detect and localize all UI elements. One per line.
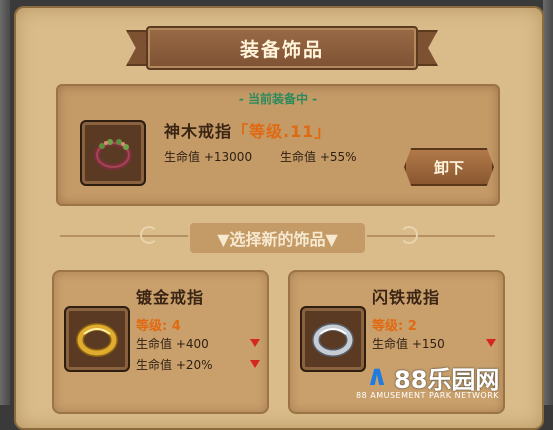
current-stat-hp-label: 生命值 — [164, 150, 201, 164]
stat-decrease-arrow-icon — [250, 360, 260, 368]
current-stat-hp2-label: 生命值 — [280, 150, 317, 164]
currently-equipped-label: - 当前装备中 - — [238, 92, 318, 106]
current-stat-hp2-value: +55% — [319, 150, 357, 164]
watermark-text: 88乐园网 — [394, 366, 500, 394]
option-stat-hp: 生命值 +400 — [136, 337, 209, 351]
watermark-subtext: 88 AMUSEMENT PARK NETWORK — [356, 391, 500, 400]
current-stat-hp-percent: 生命值 +55% — [280, 148, 357, 165]
stat-decrease-arrow-icon — [250, 339, 260, 347]
option-item-level: 等级: 2 — [372, 319, 417, 334]
left-backdrop — [0, 0, 10, 405]
wood-ring-icon — [94, 139, 132, 170]
stat-decrease-arrow-icon — [486, 339, 496, 347]
unequip-button[interactable]: 卸下 — [404, 148, 494, 186]
current-stat-hp: 生命值 +13000 — [164, 148, 252, 165]
option-item-slot[interactable] — [300, 306, 366, 372]
option-item-name: 镀金戒指 — [136, 288, 205, 307]
option-stat-hp: 生命值 +150 — [372, 337, 445, 351]
option-item-name: 闪铁戒指 — [372, 288, 441, 307]
current-item-level: 「等级.11」 — [232, 122, 332, 141]
current-item-slot[interactable] — [80, 120, 146, 186]
page-title: 装备饰品 — [146, 26, 418, 70]
select-new-accessory-label: ▼选择新的饰品▼ — [190, 223, 365, 253]
gold-ring-icon — [76, 323, 118, 357]
current-item-name: 神木戒指「等级.11」 — [164, 118, 331, 142]
option-stat-hp-percent: 生命值 +20% — [136, 358, 213, 372]
iron-ring-icon — [312, 323, 354, 357]
current-equipped-panel: - 当前装备中 - 神木戒指「等级.11」 生命值 +13000 生命值 +55… — [56, 84, 500, 206]
divider-line-left — [60, 235, 188, 237]
watermark-logo-icon: ∧ — [365, 358, 389, 392]
option-item-level: 等级: 4 — [136, 319, 181, 334]
accessory-option-card[interactable]: 镀金戒指 等级: 4 生命值 +400 生命值 +20% — [52, 270, 269, 414]
right-backdrop — [543, 0, 553, 405]
option-item-slot[interactable] — [64, 306, 130, 372]
swirl-ornament-right — [400, 226, 418, 244]
swirl-ornament-left — [140, 226, 158, 244]
current-item-title: 神木戒指 — [164, 122, 233, 141]
divider-line-right — [367, 235, 495, 237]
current-stat-hp-value: +13000 — [203, 150, 253, 164]
